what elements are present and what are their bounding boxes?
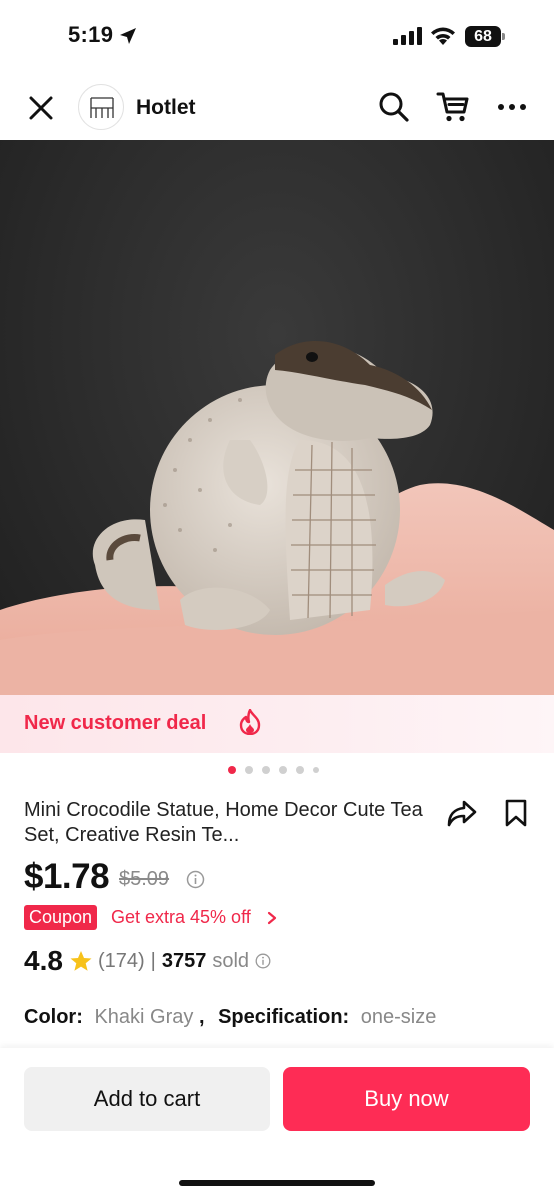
color-key: Color: <box>24 1006 83 1028</box>
current-price: $1.78 <box>24 857 110 896</box>
star-icon <box>70 951 92 971</box>
sold-info-icon[interactable] <box>255 953 271 969</box>
shop-logo-mark-icon <box>90 97 114 118</box>
deal-banner-text: New customer deal <box>24 712 207 734</box>
sold-count: 3757 <box>161 949 207 972</box>
image-carousel-dots[interactable] <box>228 766 319 774</box>
color-value: Khaki Gray <box>94 1006 194 1028</box>
battery-tip <box>502 33 505 40</box>
more-options-icon[interactable] <box>497 102 527 112</box>
search-icon[interactable] <box>378 91 410 123</box>
home-indicator[interactable] <box>179 1180 375 1186</box>
shop-name[interactable]: Hotlet <box>136 96 196 120</box>
carousel-dot[interactable] <box>313 767 319 773</box>
price-info-icon[interactable] <box>186 870 205 889</box>
battery-level: 68 <box>474 28 492 45</box>
status-time: 5:19 <box>68 22 114 47</box>
separator: | <box>150 949 156 972</box>
specification-value: one-size <box>360 1006 437 1028</box>
product-photo-crocodile-statue <box>0 341 554 695</box>
coupon-offer-text[interactable]: Get extra 45% off <box>111 907 251 928</box>
battery-indicator: 68 <box>465 26 505 47</box>
new-customer-deal-banner[interactable]: New customer deal <box>0 695 554 753</box>
product-image[interactable] <box>0 140 554 695</box>
location-arrow-icon <box>120 28 136 44</box>
cart-icon[interactable] <box>436 90 470 124</box>
variant-comma: , <box>198 1006 205 1028</box>
sold-label: sold <box>212 949 250 972</box>
shop-logo[interactable] <box>78 84 124 130</box>
carousel-dot[interactable] <box>245 766 253 774</box>
buy-now-button[interactable]: Buy now <box>283 1067 530 1131</box>
fire-icon <box>239 709 261 735</box>
coupon-badge[interactable]: Coupon <box>24 905 98 930</box>
carousel-dot-active[interactable] <box>228 766 236 774</box>
rating-value: 4.8 <box>24 945 63 976</box>
status-bar: 5:19 68 <box>0 0 554 72</box>
bottom-action-bar: Add to cart Buy now <box>0 1048 554 1200</box>
carousel-dot[interactable] <box>279 766 287 774</box>
add-to-cart-button[interactable]: Add to cart <box>24 1067 270 1131</box>
carousel-dot[interactable] <box>296 766 304 774</box>
review-count[interactable]: (174) <box>98 950 145 973</box>
variant-selector[interactable]: Color: Khaki Gray , Specification: one-s… <box>24 1006 436 1029</box>
wifi-icon <box>431 27 455 45</box>
share-icon[interactable] <box>446 798 478 828</box>
carousel-dot[interactable] <box>262 766 270 774</box>
product-title[interactable]: Mini Crocodile Statue, Home Decor Cute T… <box>24 798 439 848</box>
close-icon[interactable] <box>28 95 54 121</box>
top-nav: Hotlet <box>0 72 554 140</box>
original-price: $5.09 <box>119 868 170 890</box>
rating-row[interactable]: 4.8 (174) | 3757 sold <box>24 944 271 978</box>
cellular-signal-icon <box>393 27 422 45</box>
specification-key: Specification: <box>218 1006 350 1028</box>
chevron-right-icon[interactable] <box>266 911 278 925</box>
bookmark-icon[interactable] <box>504 799 528 827</box>
